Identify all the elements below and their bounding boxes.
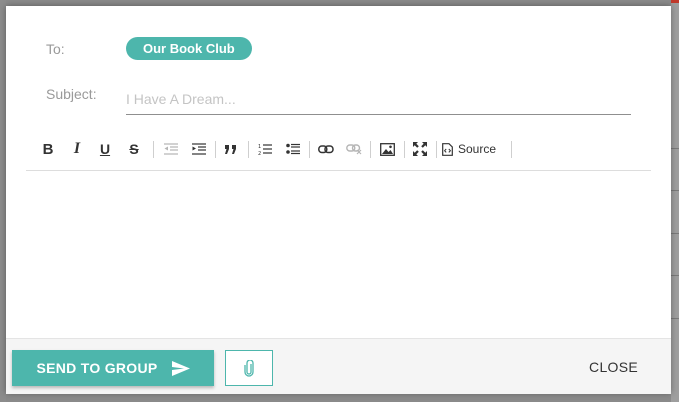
attach-button[interactable]	[225, 350, 273, 386]
numbered-list-icon: 1 2	[258, 144, 272, 156]
toolbar-separator	[248, 141, 249, 158]
strikethrough-button[interactable]: S	[125, 138, 143, 160]
strikethrough-icon: S	[129, 141, 139, 157]
unlink-icon	[346, 143, 362, 154]
svg-text:2: 2	[258, 151, 261, 156]
bulleted-list-button[interactable]	[283, 138, 303, 160]
send-to-group-button[interactable]: SEND TO GROUP	[12, 350, 214, 386]
toolbar-separator	[370, 141, 371, 158]
toolbar-separator	[215, 141, 216, 158]
toolbar-separator	[153, 141, 154, 158]
italic-button[interactable]: I	[69, 138, 85, 160]
indent-button[interactable]	[189, 138, 209, 160]
blockquote-button[interactable]	[222, 138, 240, 160]
link-icon	[318, 144, 334, 153]
editor-toolbar: B I U S 1 2 Source	[26, 136, 651, 171]
italic-icon: I	[73, 140, 81, 157]
underline-icon: U	[99, 141, 111, 157]
background-page	[671, 0, 679, 402]
compose-dialog: To: Our Book Club Subject: B I U S	[6, 6, 671, 394]
recipient-chip[interactable]: Our Book Club	[126, 37, 252, 60]
send-icon	[171, 360, 190, 376]
maximize-icon	[413, 142, 427, 156]
unlink-button[interactable]	[344, 138, 364, 160]
numbered-list-button[interactable]: 1 2	[255, 138, 275, 160]
toolbar-separator	[404, 141, 405, 158]
paperclip-icon	[244, 359, 254, 377]
bulleted-list-icon	[286, 143, 300, 155]
svg-text:1: 1	[258, 144, 261, 150]
image-icon	[379, 142, 395, 156]
send-button-label: SEND TO GROUP	[36, 360, 158, 376]
toolbar-separator	[436, 141, 437, 158]
message-editor[interactable]	[26, 172, 651, 337]
to-label: To:	[46, 41, 65, 57]
toolbar-separator	[309, 141, 310, 158]
source-icon	[442, 142, 453, 156]
indent-icon	[192, 143, 206, 155]
link-button[interactable]	[316, 138, 336, 160]
outdent-button[interactable]	[161, 138, 181, 160]
outdent-icon	[164, 143, 178, 155]
maximize-button[interactable]	[410, 138, 430, 160]
quote-icon	[225, 144, 236, 154]
source-label: Source	[458, 142, 497, 156]
bold-icon: B	[42, 140, 54, 158]
close-button[interactable]: CLOSE	[589, 359, 638, 375]
underline-button[interactable]: U	[96, 138, 114, 160]
source-button[interactable]: Source	[442, 138, 508, 160]
subject-label: Subject:	[46, 86, 97, 102]
image-button[interactable]	[377, 138, 397, 160]
subject-input[interactable]	[126, 84, 631, 115]
toolbar-separator	[511, 141, 512, 158]
bold-button[interactable]: B	[40, 138, 56, 160]
dialog-footer: SEND TO GROUP CLOSE	[6, 338, 671, 394]
